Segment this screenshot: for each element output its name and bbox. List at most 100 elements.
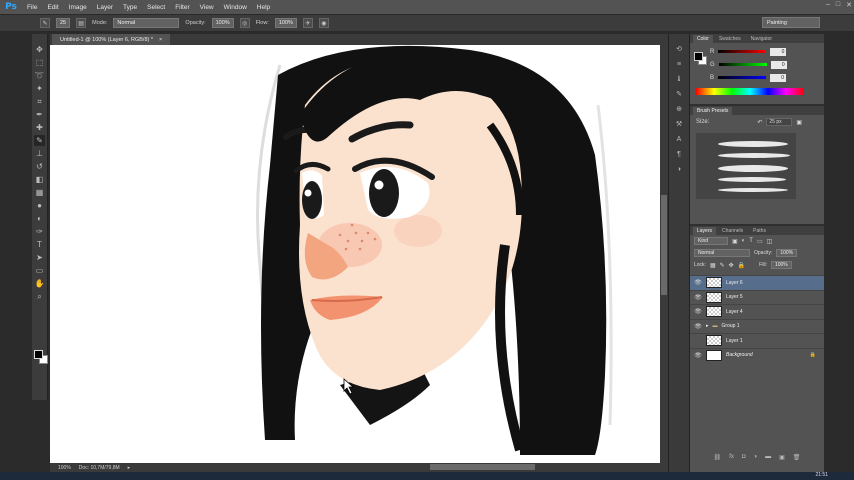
history-brush-tool-icon[interactable]: ↺ (34, 161, 45, 172)
flow-field[interactable]: 100% (274, 18, 297, 28)
brush-size-box[interactable]: 25 (56, 18, 71, 28)
link-layers-icon[interactable]: ⛓ (714, 454, 722, 464)
visibility-eye-icon[interactable]: 👁 (694, 279, 702, 287)
filter-pixel-icon[interactable]: ▣ (732, 238, 738, 245)
filter-shape-icon[interactable]: ▭ (757, 238, 763, 245)
vertical-scroll-thumb[interactable] (661, 195, 667, 295)
quick-select-tool-icon[interactable]: ✦ (34, 83, 45, 94)
crop-tool-icon[interactable]: ⌗ (34, 96, 45, 107)
eraser-tool-icon[interactable]: ◧ (34, 174, 45, 185)
foreground-color-swatch[interactable] (34, 350, 43, 359)
brush-preset-list[interactable] (696, 133, 796, 199)
visibility-eye-icon[interactable]: 👁 (694, 308, 702, 316)
brush-preset-stroke[interactable] (718, 188, 788, 192)
lock-all-icon[interactable]: 🔒 (738, 262, 745, 269)
blur-tool-icon[interactable]: ● (34, 200, 45, 211)
path-select-tool-icon[interactable]: ➤ (34, 252, 45, 263)
zoom-tool-icon[interactable]: ⌕ (34, 291, 45, 302)
menu-image[interactable]: Image (64, 4, 92, 11)
maximize-button[interactable]: □ (836, 1, 840, 9)
lock-pixels-icon[interactable]: ✎ (720, 262, 725, 269)
menu-view[interactable]: View (195, 4, 219, 11)
paragraph-panel-icon[interactable]: ¶ (674, 149, 684, 159)
green-slider[interactable] (718, 63, 767, 66)
pressure-opacity-icon[interactable]: ◎ (239, 18, 250, 28)
delete-layer-icon[interactable]: 🗑 (793, 454, 801, 464)
document-tab[interactable]: Untitled-1 @ 100% (Layer 6, RGB/8) * × (52, 34, 171, 45)
tab-swatches[interactable]: Swatches (715, 35, 745, 43)
brush-panel-toggle-icon[interactable]: ▤ (76, 18, 87, 28)
layer-row[interactable]: 👁 Layer 1 (690, 333, 824, 348)
adjustment-layer-icon[interactable]: ◑ (754, 454, 758, 464)
tab-layers[interactable]: Layers (693, 227, 717, 235)
brush-preset-stroke[interactable] (718, 165, 788, 172)
pressure-size-icon[interactable]: ◉ (318, 18, 329, 28)
new-group-icon[interactable]: ▬ (765, 454, 771, 464)
zoom-level[interactable]: 100% (58, 465, 71, 471)
shape-tool-icon[interactable]: ▭ (34, 265, 45, 276)
new-brush-icon[interactable]: ▣ (796, 119, 802, 126)
tool-presets-panel-icon[interactable]: ⚒ (674, 119, 684, 129)
filter-adjustment-icon[interactable]: ◐ (742, 238, 746, 244)
gradient-tool-icon[interactable]: ▦ (34, 187, 45, 198)
dodge-tool-icon[interactable]: ◐ (34, 213, 45, 224)
close-button[interactable]: ✕ (846, 1, 852, 9)
filter-type-icon[interactable]: T (749, 238, 753, 244)
marquee-tool-icon[interactable]: ⬚ (34, 57, 45, 68)
red-slider[interactable] (718, 50, 767, 53)
tab-channels[interactable]: Channels (718, 227, 747, 235)
adjustments-panel-icon[interactable]: ◑ (674, 164, 684, 174)
horizontal-scroll-thumb[interactable] (430, 464, 535, 470)
hand-tool-icon[interactable]: ✋ (34, 278, 45, 289)
tab-paths[interactable]: Paths (749, 227, 770, 235)
green-value[interactable]: 0 (770, 60, 787, 69)
brush-preset-picker-icon[interactable]: ✎ (40, 18, 50, 28)
add-mask-icon[interactable]: ◘ (742, 454, 746, 464)
reset-size-icon[interactable]: ↶ (757, 119, 762, 126)
info-panel-icon[interactable]: ℹ (674, 74, 684, 84)
brush-preset-stroke[interactable] (718, 153, 790, 158)
brush-tool-icon[interactable]: ✎ (34, 135, 45, 146)
brush-preset-stroke[interactable] (718, 177, 786, 182)
workspace-select[interactable]: Painting (762, 17, 820, 28)
menu-select[interactable]: Select (142, 4, 170, 11)
fill-field[interactable]: 100% (770, 261, 792, 269)
panel-foreground-swatch[interactable] (694, 52, 703, 61)
mode-select[interactable]: Normal (113, 18, 180, 28)
group-expand-arrow-icon[interactable]: ▸ (706, 323, 709, 329)
red-value[interactable]: 0 (770, 47, 787, 56)
layer-row[interactable]: 👁 Layer 4 (690, 304, 824, 319)
brush-size-field[interactable]: 25 px (766, 118, 793, 126)
layer-filter-kind[interactable]: Kind (694, 237, 728, 245)
move-tool-icon[interactable]: ✥ (34, 44, 45, 55)
type-tool-icon[interactable]: T (34, 239, 45, 250)
document-tab-close-icon[interactable]: × (159, 37, 162, 43)
layer-row[interactable]: 👁 Background 🔒 (690, 347, 824, 363)
tab-brush-presets[interactable]: Brush Presets (693, 107, 733, 115)
layer-row[interactable]: 👁 Layer 6 (690, 275, 824, 290)
menu-type[interactable]: Type (118, 4, 142, 11)
menu-edit[interactable]: Edit (42, 4, 63, 11)
menu-filter[interactable]: Filter (170, 4, 194, 11)
blend-mode-select[interactable]: Normal (694, 249, 750, 257)
tab-color[interactable]: Color (693, 35, 713, 43)
color-spectrum-bar[interactable] (696, 88, 804, 95)
pen-tool-icon[interactable]: ✑ (34, 226, 45, 237)
menu-window[interactable]: Window (219, 4, 252, 11)
eyedropper-tool-icon[interactable]: ✒ (34, 109, 45, 120)
clone-source-panel-icon[interactable]: ⊕ (674, 104, 684, 114)
lock-position-icon[interactable]: ✥ (729, 262, 734, 269)
clone-stamp-tool-icon[interactable]: ⊥ (34, 148, 45, 159)
minimize-button[interactable]: – (826, 1, 830, 9)
layer-row[interactable]: 👁 Layer 5 (690, 289, 824, 305)
airbrush-icon[interactable]: ✈ (302, 18, 313, 28)
layer-opacity-field[interactable]: 100% (776, 249, 798, 257)
character-panel-icon[interactable]: A (674, 134, 684, 144)
brush-panel-icon[interactable]: ✎ (674, 89, 684, 99)
properties-panel-icon[interactable]: ≡ (674, 59, 684, 69)
brush-preset-stroke[interactable] (718, 141, 788, 147)
lock-transparency-icon[interactable]: ▦ (710, 262, 716, 269)
layer-group-row[interactable]: 👁 ▸ ▬ Group 1 (690, 318, 824, 334)
layer-style-icon[interactable]: fx (729, 454, 734, 464)
lasso-tool-icon[interactable]: ➰ (34, 70, 45, 81)
